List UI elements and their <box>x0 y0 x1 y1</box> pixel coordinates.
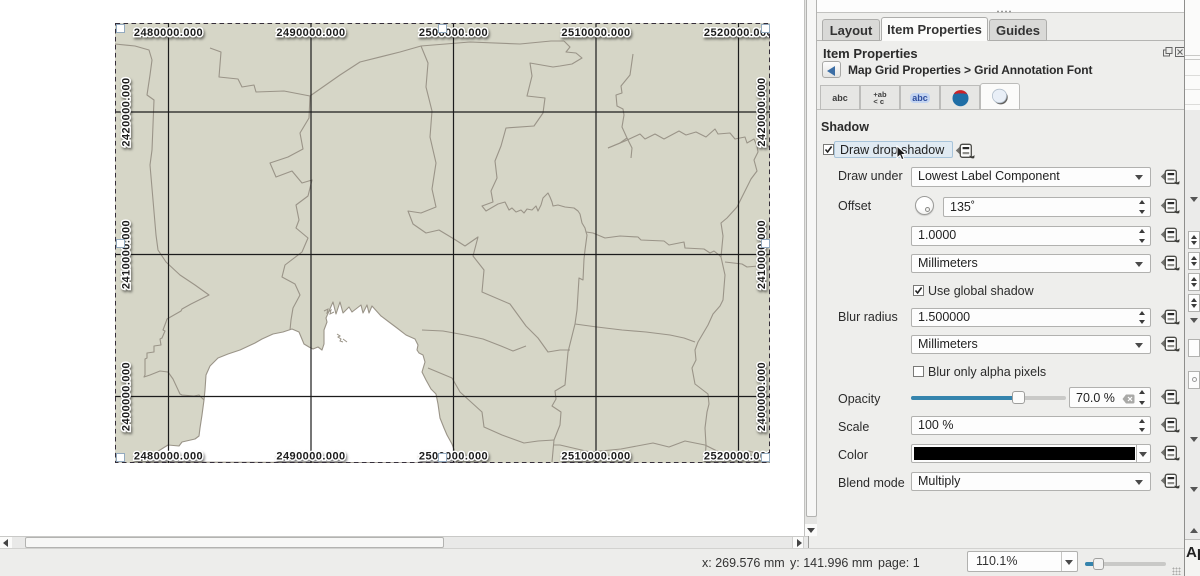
svg-text:2500000.000: 2500000.000 <box>419 27 488 39</box>
svg-text:2500000.000: 2500000.000 <box>419 451 488 463</box>
svg-text:2420000.000: 2420000.000 <box>121 77 133 146</box>
svg-text:2410000.000: 2410000.000 <box>756 220 768 289</box>
svg-text:2510000.000: 2510000.000 <box>561 451 630 463</box>
svg-text:2510000.000: 2510000.000 <box>561 27 630 39</box>
svg-text:2490000.000: 2490000.000 <box>276 27 345 39</box>
svg-text:2420000.000: 2420000.000 <box>756 77 768 146</box>
svg-text:2480000.000: 2480000.000 <box>134 451 203 463</box>
svg-text:2400000.000: 2400000.000 <box>756 362 768 431</box>
svg-text:2490000.000: 2490000.000 <box>276 451 345 463</box>
svg-text:2480000.000: 2480000.000 <box>134 27 203 39</box>
svg-text:2400000.000: 2400000.000 <box>121 362 133 431</box>
svg-text:2410000.000: 2410000.000 <box>121 220 133 289</box>
